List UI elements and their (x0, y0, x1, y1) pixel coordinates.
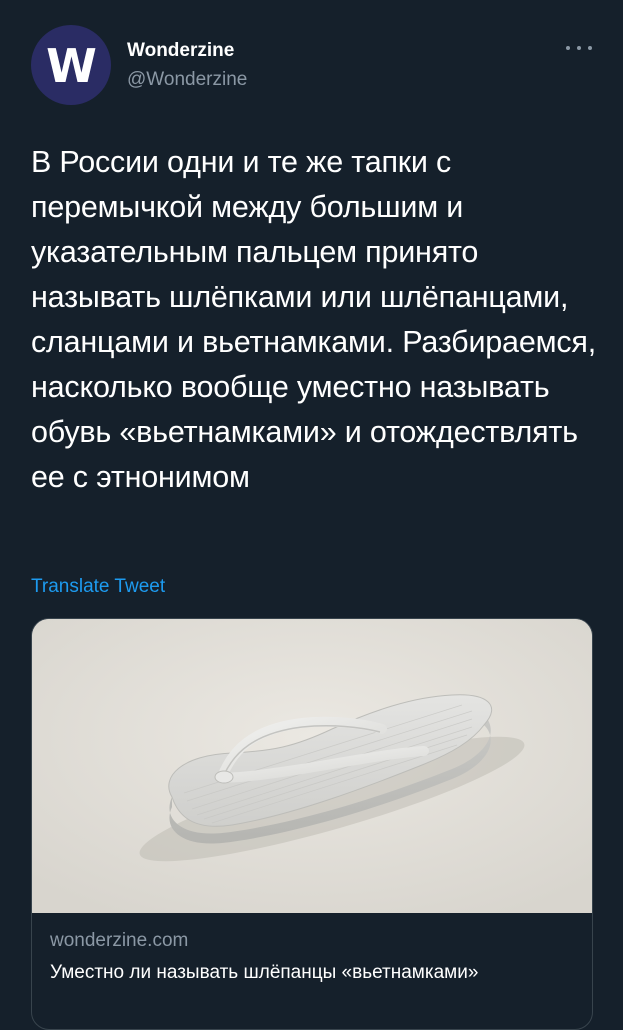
more-dot (577, 46, 581, 50)
more-horizontal-icon[interactable] (566, 38, 592, 58)
card-domain: wonderzine.com (50, 930, 189, 951)
tweet-text: В России одни и те же тапки с перемычкой… (31, 145, 596, 494)
card-image-flip-flop (32, 619, 592, 913)
more-dot (588, 46, 592, 50)
tweet: W Wonderzine @Wonderzine В России одни и… (0, 0, 623, 1030)
display-name[interactable]: Wonderzine (127, 40, 234, 62)
translate-tweet-link[interactable]: Translate Tweet (31, 576, 165, 598)
link-preview-card[interactable]: wonderzine.com Уместно ли называть шлёпа… (31, 618, 593, 1030)
avatar-logo-letter: W (46, 39, 97, 93)
more-dot (566, 46, 570, 50)
card-title: Уместно ли называть шлёпанцы «вьетнамкам… (50, 962, 479, 983)
user-handle[interactable]: @Wonderzine (127, 69, 247, 91)
avatar[interactable]: W (31, 25, 111, 105)
